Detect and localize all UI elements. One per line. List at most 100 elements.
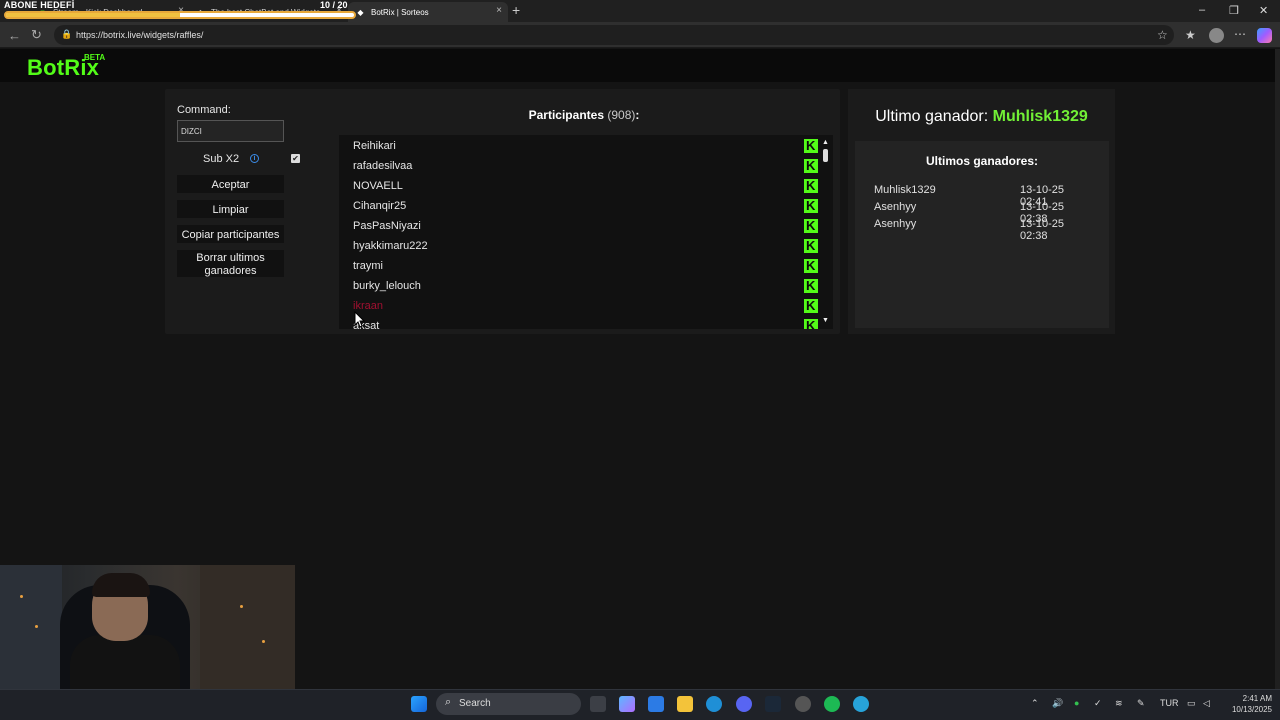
copy-participants-button[interactable]: Copiar participantes — [177, 225, 284, 243]
url-bar[interactable]: 🔒 https://botrix.live/widgets/raffles/ — [54, 25, 1174, 45]
kick-platform-icon: K — [804, 158, 818, 173]
info-icon[interactable]: i — [250, 154, 259, 163]
clock-date: 10/13/2025 — [1231, 705, 1272, 714]
delete-winners-button[interactable]: Borrar ultimos ganadores — [177, 250, 284, 277]
participant-name: burky_lelouch — [353, 280, 421, 292]
webcam-window — [200, 565, 295, 690]
maximize-icon[interactable]: ❐ — [1229, 4, 1239, 17]
lock-icon: 🔒 — [61, 29, 73, 39]
kick-platform-icon: K — [804, 278, 818, 293]
webcam-window — [0, 565, 62, 690]
participants-suffix: : — [635, 108, 640, 122]
winner-row: Muhlisk1329 13-10-25 02:41 — [874, 184, 1094, 208]
close-icon[interactable]: × — [496, 5, 502, 16]
webcam-light — [240, 605, 243, 608]
participant-name: Cihanqir25 — [353, 200, 407, 212]
webcam-light — [262, 640, 265, 643]
mouse-cursor-icon — [354, 311, 366, 328]
botrix-tab-icon: ◆ — [357, 7, 364, 17]
list-item: rafadesilvaa K — [353, 156, 823, 176]
kick-platform-icon: K — [804, 178, 818, 193]
url-text: https://botrix.live/widgets/raffles/ — [76, 30, 204, 40]
scroll-down-icon[interactable]: ▼ — [822, 317, 829, 324]
list-item: NOVAELL K — [353, 176, 823, 196]
participants-list[interactable]: Reihikari Krafadesilvaa K NOVAELL K Cihanqir2… — [339, 135, 833, 329]
tray-chevron-icon[interactable]: ⌃ — [1031, 698, 1039, 709]
taskbar-search[interactable]: ⌕ Search — [436, 693, 581, 715]
profile-avatar[interactable] — [1209, 28, 1224, 43]
minimize-icon[interactable]: – — [1199, 4, 1205, 16]
obs-icon[interactable] — [795, 696, 811, 712]
status-dot-icon[interactable]: ● — [1074, 698, 1079, 708]
kick-platform-icon: K — [804, 318, 818, 329]
edge-icon[interactable] — [706, 696, 722, 712]
taskbar-clock[interactable]: 2:41 AM 10/13/2025 — [1222, 693, 1272, 715]
mic-icon[interactable]: ✎ — [1137, 698, 1145, 709]
list-item: hyakkimaru222 K — [353, 236, 823, 256]
windows-start-icon[interactable] — [411, 696, 427, 712]
winners-history-title: Ultimos ganadores: — [925, 154, 1039, 168]
site-header — [0, 49, 1275, 82]
copilot-taskbar-icon[interactable] — [619, 696, 635, 712]
new-tab-icon[interactable]: + — [512, 2, 520, 18]
tab-botrix-sorteos[interactable]: ◆ BotRix | Sorteos × — [348, 2, 508, 22]
list-item: traymi K — [353, 256, 823, 276]
refresh-icon[interactable]: ↻ — [31, 27, 42, 43]
command-input[interactable] — [177, 120, 284, 142]
list-item: PasPasNiyazi K — [353, 216, 823, 236]
participant-name: hyakkimaru222 — [353, 240, 428, 252]
volume-icon[interactable]: 🔊 — [1052, 698, 1063, 709]
more-menu-icon[interactable]: ⋯ — [1234, 27, 1246, 41]
kick-platform-icon: K — [804, 198, 818, 213]
webcam-overlay — [0, 565, 295, 690]
subscriber-goal-overlay: ABONE HEDEFİ 10 / 20 — [2, 0, 356, 21]
spotify-icon[interactable] — [824, 696, 840, 712]
webcam-person-hair — [92, 573, 150, 597]
scroll-up-icon[interactable]: ▲ — [822, 139, 829, 146]
clear-button[interactable]: Limpiar — [177, 200, 284, 218]
sub-x2-checkbox[interactable]: ✔ — [291, 154, 300, 163]
copilot-icon[interactable] — [1257, 28, 1272, 43]
participant-name: NOVAELL — [353, 180, 403, 192]
kick-platform-icon: K — [804, 218, 818, 233]
task-view-icon[interactable] — [590, 696, 606, 712]
participants-heading: Participantes — [528, 108, 604, 122]
kick-platform-icon: K — [804, 298, 818, 313]
list-scrollbar-thumb[interactable] — [823, 149, 828, 162]
list-item: aksat K — [353, 316, 823, 329]
winner-row: Asenhyy 13-10-25 02:38 — [874, 201, 1094, 225]
accept-button[interactable]: Aceptar — [177, 175, 284, 193]
webcam-light — [35, 625, 38, 628]
kick-platform-icon: K — [804, 238, 818, 253]
language-indicator[interactable]: TUR — [1160, 698, 1179, 708]
list-item: Cihanqir25 K — [353, 196, 823, 216]
command-label: Command: — [177, 104, 231, 116]
kick-platform-icon: K — [804, 138, 818, 153]
speaker-icon[interactable]: ◁ — [1203, 698, 1210, 709]
participant-name: traymi — [353, 260, 383, 272]
close-window-icon[interactable]: ✕ — [1259, 4, 1268, 17]
goal-title: ABONE HEDEFİ — [4, 0, 75, 10]
store-icon[interactable] — [648, 696, 664, 712]
taskbar-search-label: Search — [459, 698, 491, 709]
favorites-list-icon[interactable]: ★ — [1185, 28, 1196, 42]
last-winner-heading: Ultimo ganador: Muhlisk1329 — [848, 108, 1115, 126]
wifi-icon[interactable]: ≋ — [1115, 698, 1123, 709]
participant-name: PasPasNiyazi — [353, 220, 421, 232]
participant-name: rafadesilvaa — [353, 160, 413, 172]
favorite-star-icon[interactable]: ☆ — [1157, 28, 1168, 42]
discord-icon[interactable] — [736, 696, 752, 712]
list-item: burky_lelouch K — [353, 276, 823, 296]
winner-name: Asenhyy — [874, 218, 917, 230]
kick-platform-icon: K — [804, 258, 818, 273]
steam-icon[interactable] — [765, 696, 781, 712]
clock-time: 2:41 AM — [1242, 694, 1272, 703]
browser-icon[interactable] — [853, 696, 869, 712]
page-scrollbar[interactable] — [1275, 49, 1280, 689]
file-explorer-icon[interactable] — [677, 696, 693, 712]
goal-progress-bar — [4, 11, 356, 19]
display-icon[interactable]: ▭ — [1187, 698, 1196, 709]
list-item: ikraan K — [353, 296, 823, 316]
network-icon[interactable]: ✓ — [1094, 698, 1102, 709]
back-icon[interactable]: ← — [8, 28, 21, 43]
